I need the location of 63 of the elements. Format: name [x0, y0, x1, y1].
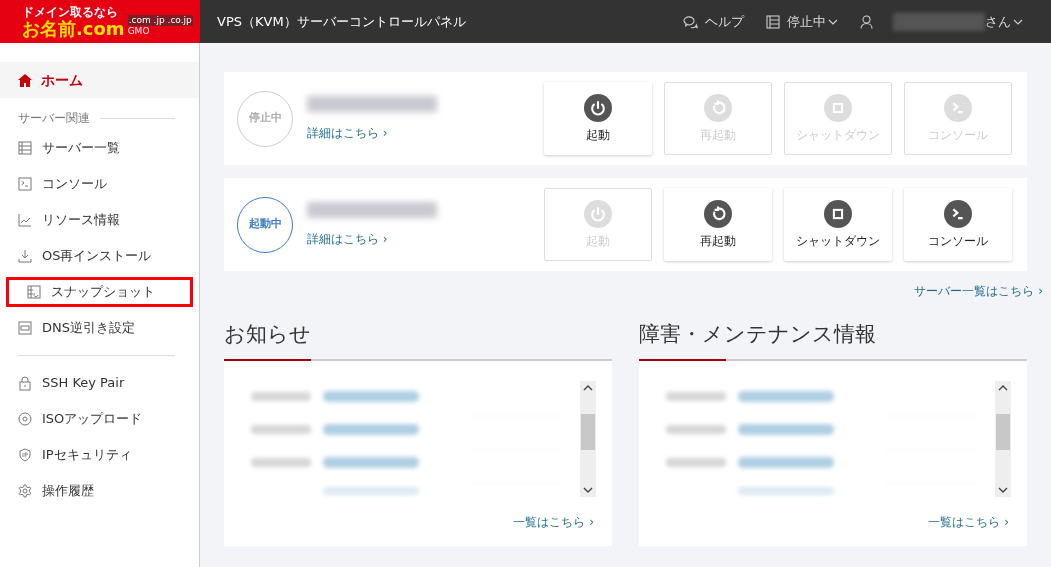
sidebar-item[interactable]: IPセキュリティ — [0, 440, 199, 470]
action-button[interactable]: コンソール — [904, 188, 1012, 261]
panel-title: お知らせ — [224, 321, 312, 348]
more-link[interactable]: 一覧はこちら › — [928, 513, 1009, 531]
restart-icon — [704, 199, 732, 228]
sidebar-item[interactable]: ISOアップロード — [0, 404, 199, 434]
more-link[interactable]: 一覧はこちら › — [513, 513, 594, 531]
logo-domains: .com .jp .co.jp — [127, 14, 193, 26]
server-list-link[interactable]: サーバー一覧はこちら › — [914, 282, 1043, 300]
sidebar-item[interactable]: 操作履歴 — [0, 476, 199, 506]
action-button[interactable]: 再起動 — [664, 188, 772, 261]
scrollbar[interactable] — [995, 381, 1011, 497]
action-button[interactable]: 起動 — [544, 82, 652, 155]
stop-icon — [824, 93, 852, 122]
dns-icon — [18, 321, 32, 335]
list-icon — [18, 141, 32, 155]
restart-icon — [704, 93, 732, 122]
user-icon — [860, 14, 873, 29]
sidebar-item[interactable]: SSH Key Pair — [0, 368, 199, 398]
lock-icon — [18, 375, 32, 391]
logo-name: お名前.com — [22, 18, 125, 39]
power-icon — [584, 199, 612, 228]
sidebar-item[interactable]: コンソール — [0, 169, 199, 199]
terminal-icon — [18, 177, 32, 191]
chart-icon — [18, 213, 32, 227]
scrollbar-thumb[interactable] — [581, 414, 595, 450]
chevron-up-icon — [583, 385, 593, 391]
details-link[interactable]: 詳細はこちら › — [307, 229, 507, 248]
chevron-up-icon — [998, 385, 1008, 391]
home-nav-item[interactable]: ホーム — [0, 62, 199, 98]
chevron-down-icon — [583, 487, 593, 493]
disc-icon — [18, 412, 32, 426]
scrollbar-thumb[interactable] — [996, 414, 1010, 450]
action-button[interactable]: シャットダウン — [784, 188, 892, 261]
sidebar-item[interactable]: スナップショット — [6, 277, 193, 307]
status-menu[interactable]: 停止中 — [766, 11, 838, 32]
server-icon — [766, 14, 780, 29]
shield-icon — [18, 448, 32, 462]
document-icon — [27, 285, 41, 299]
user-menu[interactable]: さん — [860, 11, 1023, 32]
logo-tagline: ドメイン取るなら — [22, 4, 119, 19]
sidebar-item[interactable]: OS再インストール — [0, 241, 199, 271]
download-icon — [18, 249, 32, 263]
terminal-icon — [944, 199, 972, 228]
logo-brand: GMO — [127, 25, 151, 37]
sidebar-item[interactable]: リソース情報 — [0, 205, 199, 235]
help-link[interactable]: ヘルプ — [683, 11, 744, 32]
home-icon — [18, 73, 32, 87]
scrollbar[interactable] — [580, 381, 596, 497]
terminal-icon — [944, 93, 972, 122]
settings-icon — [18, 484, 32, 498]
chat-icon — [683, 14, 698, 29]
chevron-down-icon — [1013, 18, 1023, 25]
header-title: VPS（KVM）サーバーコントロールパネル — [217, 12, 466, 31]
power-icon — [584, 93, 612, 122]
chevron-down-icon — [828, 18, 838, 25]
panel-title: 障害・メンテナンス情報 — [639, 321, 877, 348]
details-link[interactable]: 詳細はこちら › — [307, 123, 507, 142]
stop-icon — [824, 199, 852, 228]
sidebar-item[interactable]: DNS逆引き設定 — [0, 313, 199, 343]
chevron-down-icon — [998, 487, 1008, 493]
section-heading: サーバー関連 — [18, 110, 90, 127]
sidebar-item[interactable]: サーバー一覧 — [0, 133, 199, 163]
